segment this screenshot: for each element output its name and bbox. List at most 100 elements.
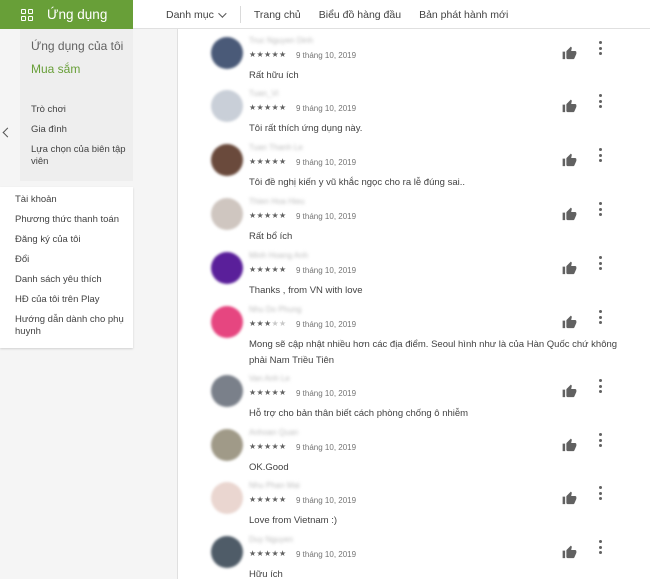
- star-icon: ★: [271, 103, 279, 112]
- review-date: 9 tháng 10, 2019: [296, 266, 357, 275]
- thumb-up-icon[interactable]: [561, 545, 578, 560]
- thumb-up-icon[interactable]: [561, 384, 578, 399]
- more-vert-icon[interactable]: [598, 256, 602, 270]
- nav-categories[interactable]: Danh mục: [166, 8, 227, 21]
- review-date: 9 tháng 10, 2019: [296, 212, 357, 221]
- star-icon: ★: [256, 103, 264, 112]
- reviewer-name: Van Anh Le: [249, 374, 290, 383]
- star-icon: ★: [256, 211, 264, 220]
- star-icon: ★: [278, 157, 287, 166]
- thumb-up-icon[interactable]: [561, 46, 578, 61]
- star-rating: ★★★★★: [249, 388, 286, 397]
- more-vert-icon[interactable]: [598, 433, 602, 447]
- submenu-item-games[interactable]: Trò chơi: [31, 104, 131, 116]
- star-rating: ★★★★★: [249, 50, 286, 59]
- review-text: Rất bổ ích: [249, 231, 293, 242]
- thumb-up-icon[interactable]: [561, 99, 578, 114]
- account-item-redeem[interactable]: Đổi: [15, 254, 127, 266]
- thumb-up-icon[interactable]: [561, 438, 578, 453]
- star-icon: ★: [271, 549, 279, 558]
- review-text: Love from Vietnam :): [249, 515, 338, 526]
- more-vert-icon[interactable]: [598, 148, 602, 162]
- more-vert-icon[interactable]: [598, 94, 602, 108]
- thumb-up-icon[interactable]: [561, 491, 578, 506]
- my-apps-link[interactable]: Ứng dụng của tôi: [31, 39, 123, 53]
- account-item-play-activity[interactable]: HĐ của tôi trên Play: [15, 294, 127, 306]
- review-date: 9 tháng 10, 2019: [296, 496, 357, 505]
- account-item-subscriptions[interactable]: Đăng ký của tôi: [15, 234, 127, 246]
- avatar: [211, 306, 243, 338]
- review-text: Hữu ích: [249, 569, 283, 579]
- star-icon: ★: [256, 319, 264, 328]
- more-vert-icon[interactable]: [598, 486, 602, 500]
- star-rating: ★★★★★: [249, 103, 286, 112]
- star-rating: ★★★★★: [249, 319, 286, 328]
- shopping-link[interactable]: Mua sắm: [31, 62, 80, 76]
- submenu-item-family[interactable]: Gia đình: [31, 124, 131, 136]
- review-text: OK.Good: [249, 462, 289, 473]
- thumb-up-icon[interactable]: [561, 315, 578, 330]
- nav-new-releases[interactable]: Bản phát hành mới: [419, 9, 508, 21]
- avatar: [211, 144, 243, 176]
- avatar: [211, 37, 243, 69]
- star-icon: ★: [271, 495, 279, 504]
- review-date: 9 tháng 10, 2019: [296, 320, 357, 329]
- star-icon: ★: [278, 50, 287, 59]
- nav-home[interactable]: Trang chủ: [254, 9, 301, 21]
- more-vert-icon[interactable]: [598, 41, 602, 55]
- star-icon: ★: [278, 388, 287, 397]
- more-vert-icon[interactable]: [598, 540, 602, 554]
- chevron-left-icon[interactable]: [2, 127, 13, 138]
- more-vert-icon[interactable]: [598, 379, 602, 393]
- star-icon: ★: [256, 388, 264, 397]
- reviewer-name: Nhu Phan Mai: [249, 481, 300, 490]
- star-icon: ★: [256, 50, 264, 59]
- submenu-item-editors-choice[interactable]: Lựa chọn của biên tập viên: [31, 144, 131, 168]
- avatar: [211, 90, 243, 122]
- star-icon: ★: [271, 50, 279, 59]
- reviewer-name: Nhu Do Phung: [249, 305, 302, 314]
- account-item-wishlist[interactable]: Danh sách yêu thích: [15, 274, 127, 286]
- apps-tab-label: Ứng dụng: [47, 7, 108, 22]
- avatar: [211, 198, 243, 230]
- review-date: 9 tháng 10, 2019: [296, 51, 357, 60]
- reviewer-name: Tuan Thanh Le: [249, 143, 303, 152]
- review-date: 9 tháng 10, 2019: [296, 443, 357, 452]
- apps-grid-icon: [21, 8, 33, 21]
- star-icon: ★: [278, 211, 287, 220]
- more-vert-icon[interactable]: [598, 310, 602, 324]
- review-date: 9 tháng 10, 2019: [296, 389, 357, 398]
- review-date: 9 tháng 10, 2019: [296, 104, 357, 113]
- star-rating: ★★★★★: [249, 442, 286, 451]
- star-icon: ★: [256, 495, 264, 504]
- thumb-up-icon[interactable]: [561, 153, 578, 168]
- star-icon: ★: [271, 442, 279, 451]
- star-icon: ★: [271, 211, 279, 220]
- review-text: Tôi đề nghị kiến y vũ khắc ngọc cho ra l…: [249, 177, 465, 188]
- star-icon: ★: [256, 442, 264, 451]
- top-nav: Danh mục Trang chủ Biểu đồ hàng đầu Bản …: [166, 0, 526, 29]
- thumb-up-icon[interactable]: [561, 207, 578, 222]
- reviewer-name: Truc Nguyen Dinh: [249, 36, 314, 45]
- apps-tab[interactable]: Ứng dụng: [0, 0, 133, 29]
- star-icon: ★: [256, 549, 264, 558]
- avatar: [211, 375, 243, 407]
- star-icon: ★: [278, 549, 287, 558]
- thumb-up-icon[interactable]: [561, 261, 578, 276]
- avatar: [211, 536, 243, 568]
- star-icon: ★: [271, 388, 279, 397]
- star-rating: ★★★★★: [249, 549, 286, 558]
- reviewer-name: Tuan_Vi: [249, 89, 279, 98]
- star-icon: ★: [278, 265, 287, 274]
- account-item-parent-guide[interactable]: Hướng dẫn dành cho phụ huynh: [15, 314, 127, 338]
- account-item-payment-methods[interactable]: Phương thức thanh toán: [15, 214, 127, 226]
- more-vert-icon[interactable]: [598, 202, 602, 216]
- star-rating: ★★★★★: [249, 211, 286, 220]
- review-text: Rất hữu ích: [249, 70, 299, 81]
- nav-top-charts[interactable]: Biểu đồ hàng đầu: [319, 9, 401, 21]
- account-menu: Tài khoản Phương thức thanh toán Đăng ký…: [0, 187, 133, 348]
- sidebar-collapse-strip[interactable]: [0, 29, 20, 181]
- account-item-account[interactable]: Tài khoản: [15, 194, 127, 206]
- chevron-down-icon: [218, 8, 227, 18]
- star-icon: ★: [278, 495, 287, 504]
